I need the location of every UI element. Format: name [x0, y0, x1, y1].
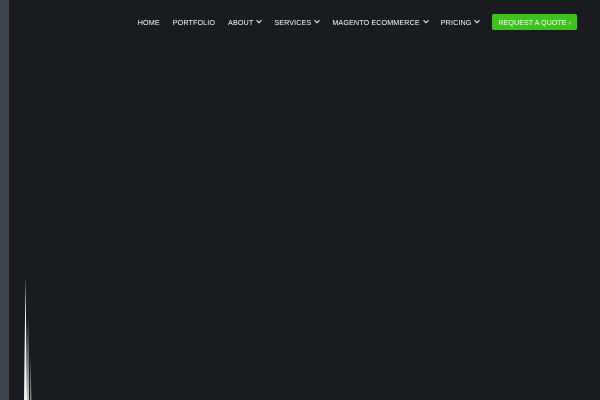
- nav-item-label: MAGENTO ECOMMERCE: [332, 17, 420, 27]
- nav-item-portfolio[interactable]: PORTFOLIO: [173, 18, 215, 27]
- chevron-down-icon: [256, 17, 263, 24]
- nav-item-label: PORTFOLIO: [172, 17, 216, 27]
- nav-item-label: HOME: [137, 17, 160, 27]
- hero-section: HOME PORTFOLIO ABOUT SERVICES MAGENTO EC…: [9, 0, 600, 400]
- nav-item-about[interactable]: ABOUT: [228, 17, 263, 27]
- nav-item-services[interactable]: SERVICES: [274, 17, 321, 27]
- chevron-down-icon: [422, 17, 429, 24]
- chevron-down-icon: [474, 17, 481, 24]
- nav-item-label: SERVICES: [274, 17, 312, 27]
- nav-item-label: PRICING: [440, 17, 472, 27]
- nav-item-home[interactable]: HOME: [138, 18, 160, 27]
- request-quote-button[interactable]: REQUEST A QUOTE ›: [492, 14, 577, 30]
- nav-item-pricing[interactable]: PRICING: [440, 17, 481, 27]
- nav-item-magento-ecommerce[interactable]: MAGENTO ECOMMERCE: [332, 17, 429, 27]
- light-streak-decoration: [24, 276, 32, 400]
- main-navigation: HOME PORTFOLIO ABOUT SERVICES MAGENTO EC…: [138, 14, 577, 30]
- chevron-down-icon: [314, 17, 321, 24]
- nav-item-label: ABOUT: [228, 17, 254, 27]
